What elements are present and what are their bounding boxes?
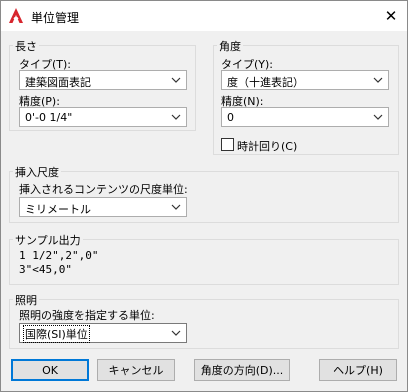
chevron-down-icon (373, 77, 383, 83)
lighting-group-label: 照明 (13, 292, 39, 308)
title-bar: 単位管理 ✕ (1, 1, 407, 31)
help-button-label: ヘルプ(H) (333, 364, 383, 377)
angle-precision-select[interactable]: 0 (221, 107, 389, 127)
chevron-down-icon (171, 204, 181, 210)
insertion-group-label: 挿入尺度 (13, 164, 61, 180)
clockwise-checkbox[interactable] (221, 138, 234, 151)
clockwise-label[interactable]: 時計回り(C) (237, 138, 297, 154)
sample-line-2: 3"<45,0" (19, 263, 72, 276)
angle-group-label: 角度 (217, 38, 243, 54)
length-precision-value: 0'-0 1/4" (25, 111, 73, 124)
window-title: 単位管理 (31, 11, 80, 25)
chevron-down-icon (171, 330, 181, 336)
angle-direction-button-label: 角度の方向(D)... (200, 364, 284, 377)
autocad-logo-icon (9, 8, 23, 23)
chevron-down-icon (171, 114, 181, 120)
angle-precision-value: 0 (227, 111, 234, 124)
chevron-down-icon (171, 77, 181, 83)
insertion-units-value: ミリメートル (25, 203, 91, 216)
sample-group-label: サンプル出力 (13, 232, 83, 248)
angle-type-select[interactable]: 度（十進表記） (221, 70, 389, 90)
lighting-units-value: 国際(SI)単位 (23, 325, 90, 343)
length-precision-select[interactable]: 0'-0 1/4" (19, 107, 187, 127)
close-button[interactable]: ✕ (375, 1, 407, 31)
chevron-down-icon (373, 114, 383, 120)
ok-button-label: OK (42, 363, 58, 377)
close-icon: ✕ (384, 7, 398, 25)
lighting-units-label: 照明の強度を指定する単位: (19, 309, 155, 322)
ok-button[interactable]: OK (11, 359, 89, 381)
help-button[interactable]: ヘルプ(H) (319, 359, 397, 381)
length-type-value: 建築図面表記 (25, 76, 91, 89)
length-group-label: 長さ (13, 38, 39, 54)
lighting-units-select[interactable]: 国際(SI)単位 (19, 323, 187, 343)
cancel-button-label: キャンセル (108, 364, 164, 377)
angle-direction-button[interactable]: 角度の方向(D)... (194, 359, 290, 381)
angle-type-value: 度（十進表記） (227, 76, 304, 89)
units-dialog: 単位管理 ✕ 長さ タイプ(T): 建築図面表記 精度(P): 0'-0 1/4… (0, 0, 408, 392)
length-type-select[interactable]: 建築図面表記 (19, 70, 187, 90)
cancel-button[interactable]: キャンセル (97, 359, 175, 381)
insertion-units-label: 挿入されるコンテンツの尺度単位: (19, 183, 188, 196)
sample-line-1: 1 1/2",2",0" (19, 249, 99, 262)
insertion-units-select[interactable]: ミリメートル (19, 197, 187, 217)
